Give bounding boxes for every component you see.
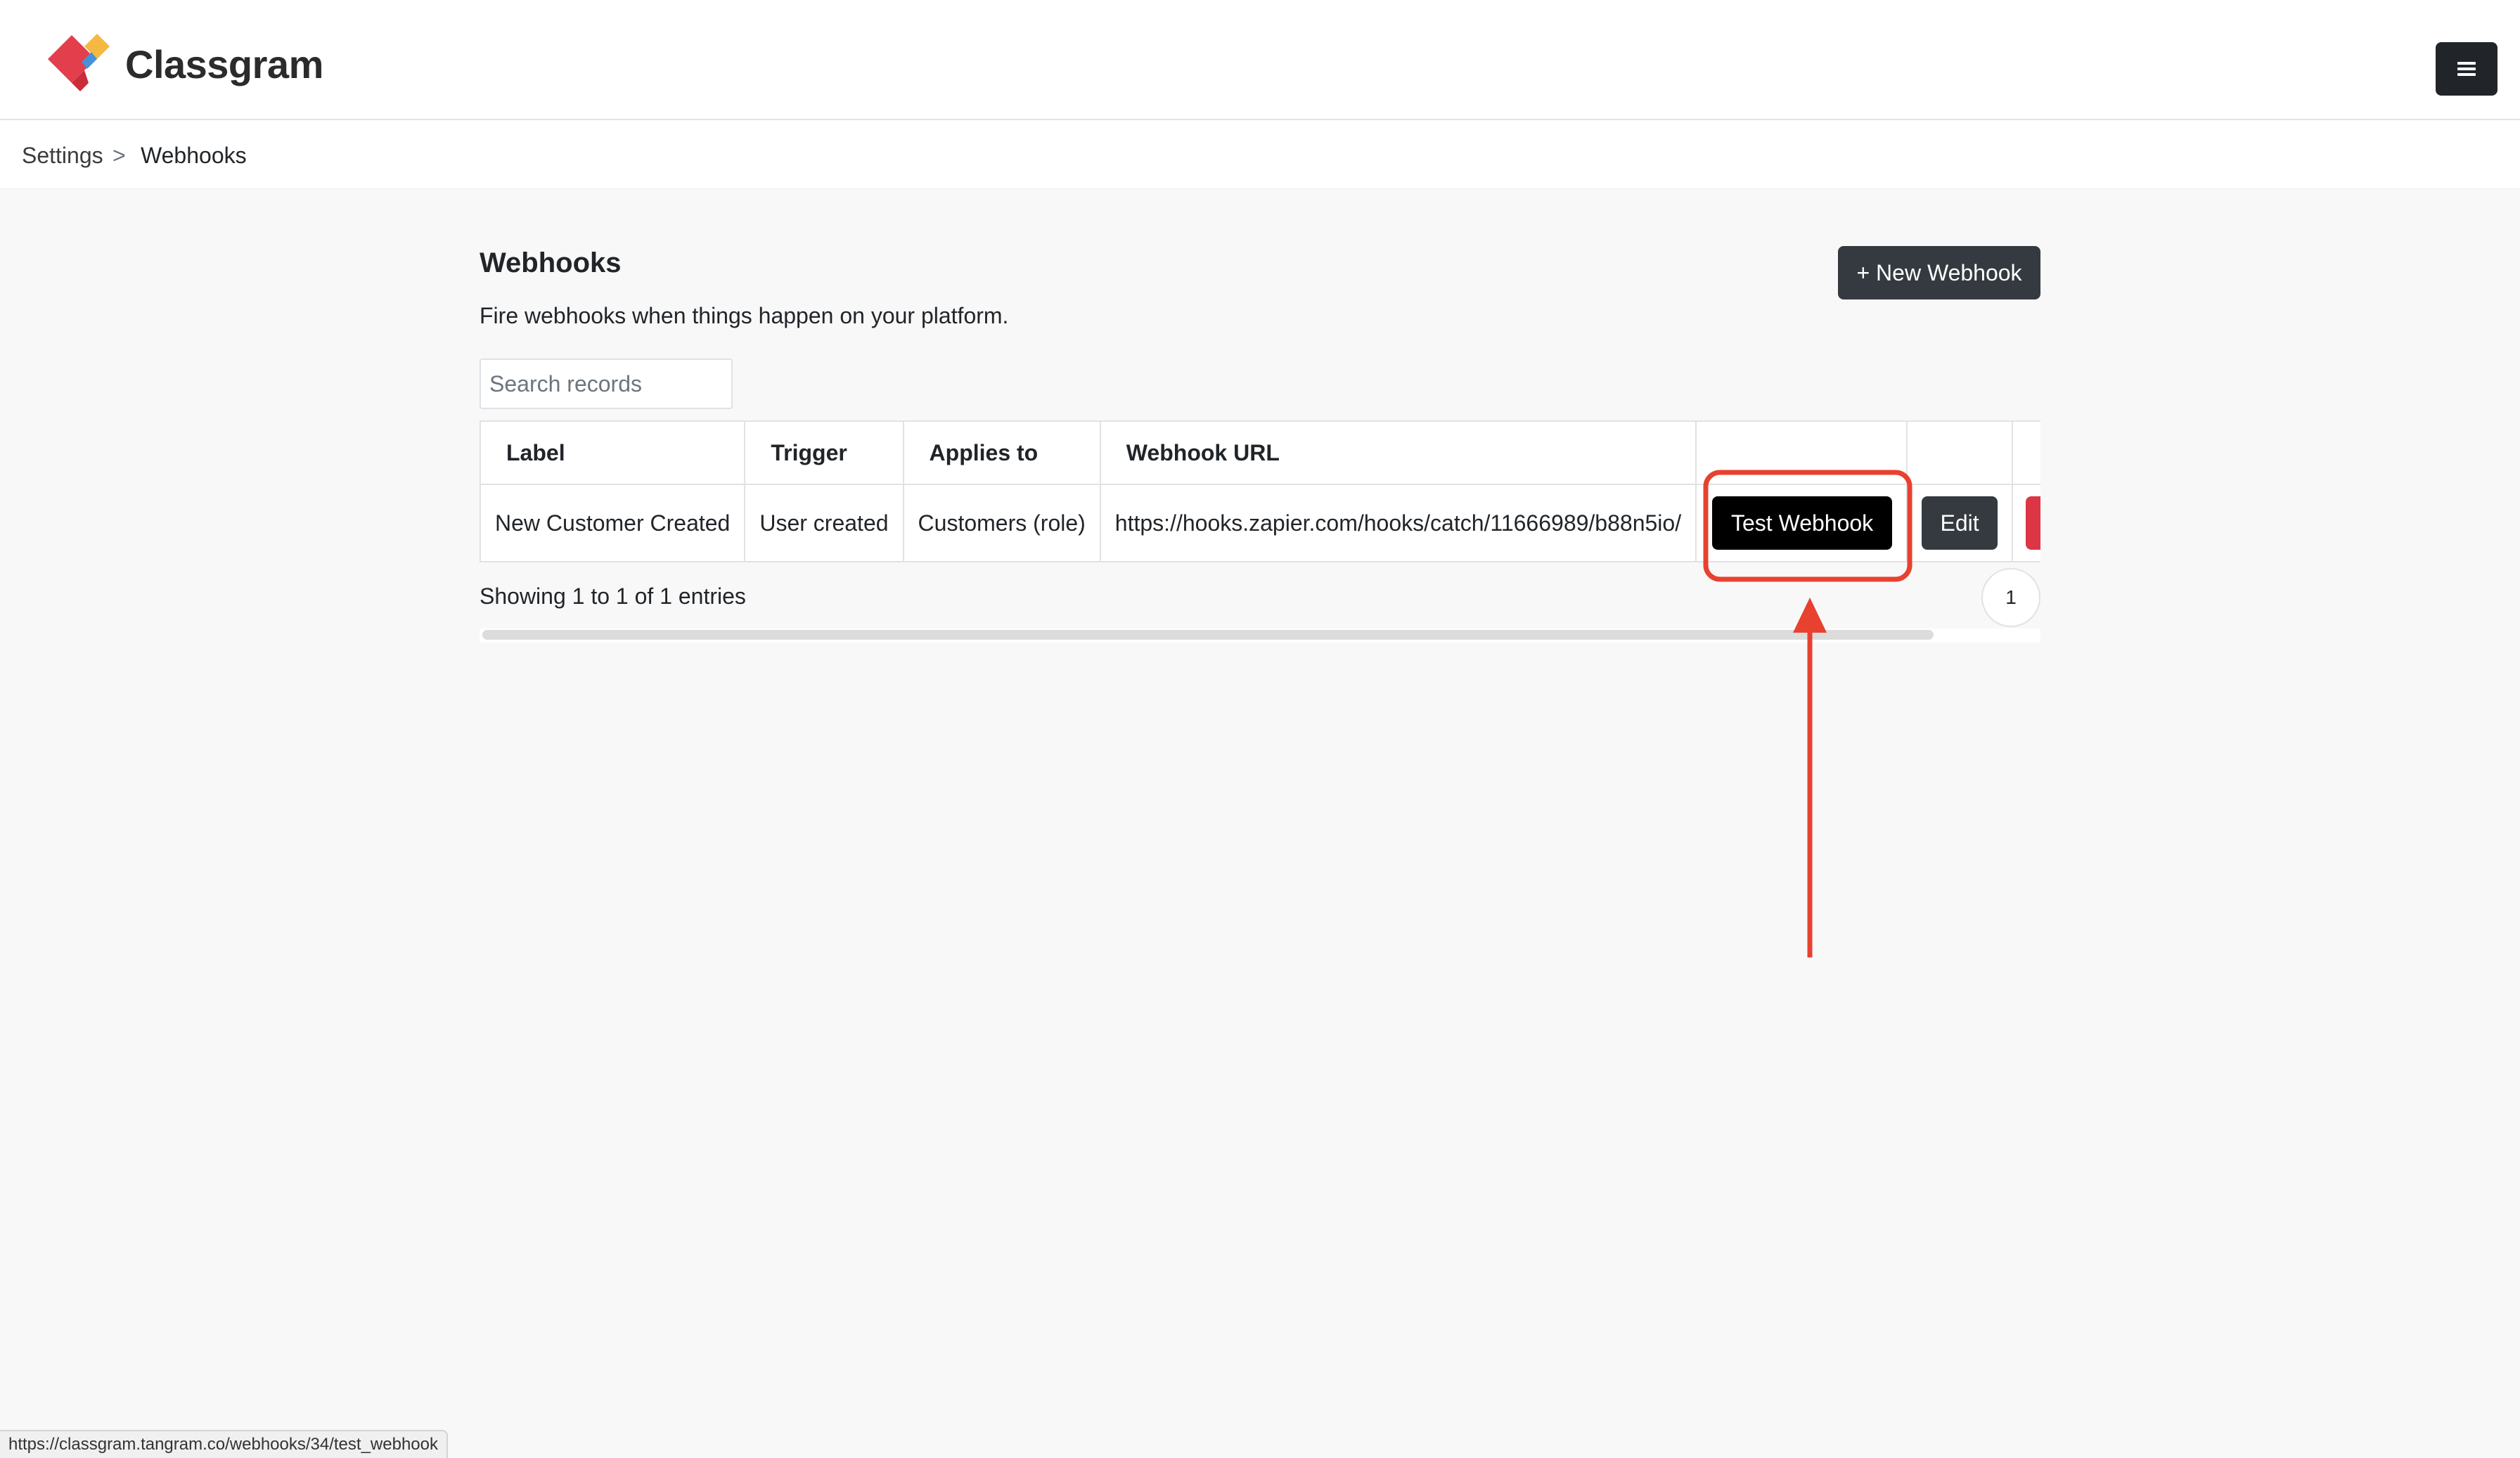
annotation-overlay <box>1703 470 1912 957</box>
table-header-row: Label Trigger Applies to Webhook URL <box>480 420 2040 485</box>
column-header-label[interactable]: Label <box>480 420 746 485</box>
top-navbar: Classgram <box>0 0 2520 120</box>
breadcrumb-settings[interactable]: Settings <box>22 141 103 169</box>
hamburger-menu-icon <box>2457 62 2476 76</box>
page: Classgram Settings > Webhooks Webhooks F… <box>0 0 2520 1458</box>
hamburger-menu-button[interactable] <box>2436 42 2498 96</box>
column-header-delete <box>2012 420 2040 485</box>
column-header-test <box>1695 420 1908 485</box>
browser-status-bar: https://classgram.tangram.co/webhooks/34… <box>0 1430 448 1458</box>
cell-edit: Edit <box>1906 484 2014 562</box>
table-row: New Customer Created User created Custom… <box>480 484 2040 562</box>
delete-button[interactable] <box>2026 496 2040 550</box>
breadcrumb-webhooks: Webhooks <box>141 143 247 168</box>
brand-name[interactable]: Classgram <box>125 39 323 90</box>
test-webhook-button[interactable]: Test Webhook <box>1712 496 1893 550</box>
breadcrumb-separator: > <box>112 143 126 168</box>
cell-applies-to: Customers (role) <box>902 484 1101 562</box>
column-header-trigger[interactable]: Trigger <box>744 420 904 485</box>
cell-trigger: User created <box>744 484 904 562</box>
entries-info: Showing 1 to 1 of 1 entries <box>480 583 746 609</box>
horizontal-scrollbar-thumb[interactable] <box>482 630 1934 640</box>
new-webhook-button[interactable]: + New Webhook <box>1838 246 2040 299</box>
cell-test: Test Webhook <box>1695 484 1908 562</box>
webhooks-table: Label Trigger Applies to Webhook URL New… <box>480 420 2040 562</box>
column-header-applies-to[interactable]: Applies to <box>902 420 1101 485</box>
column-header-edit <box>1906 420 2014 485</box>
page-title: Webhooks <box>480 247 622 278</box>
cell-label: New Customer Created <box>480 484 746 562</box>
edit-button[interactable]: Edit <box>1922 496 1998 550</box>
search-input[interactable] <box>480 359 733 409</box>
cell-webhook-url: https://hooks.zapier.com/hooks/catch/116… <box>1099 484 1697 562</box>
pagination-page-1[interactable]: 1 <box>1981 568 2040 627</box>
cell-delete <box>2012 484 2040 562</box>
column-header-webhook-url[interactable]: Webhook URL <box>1099 420 1697 485</box>
page-subtitle: Fire webhooks when things happen on your… <box>480 303 1009 328</box>
breadcrumb: Settings > Webhooks <box>0 120 2520 189</box>
classgram-logo-icon[interactable] <box>45 31 128 93</box>
